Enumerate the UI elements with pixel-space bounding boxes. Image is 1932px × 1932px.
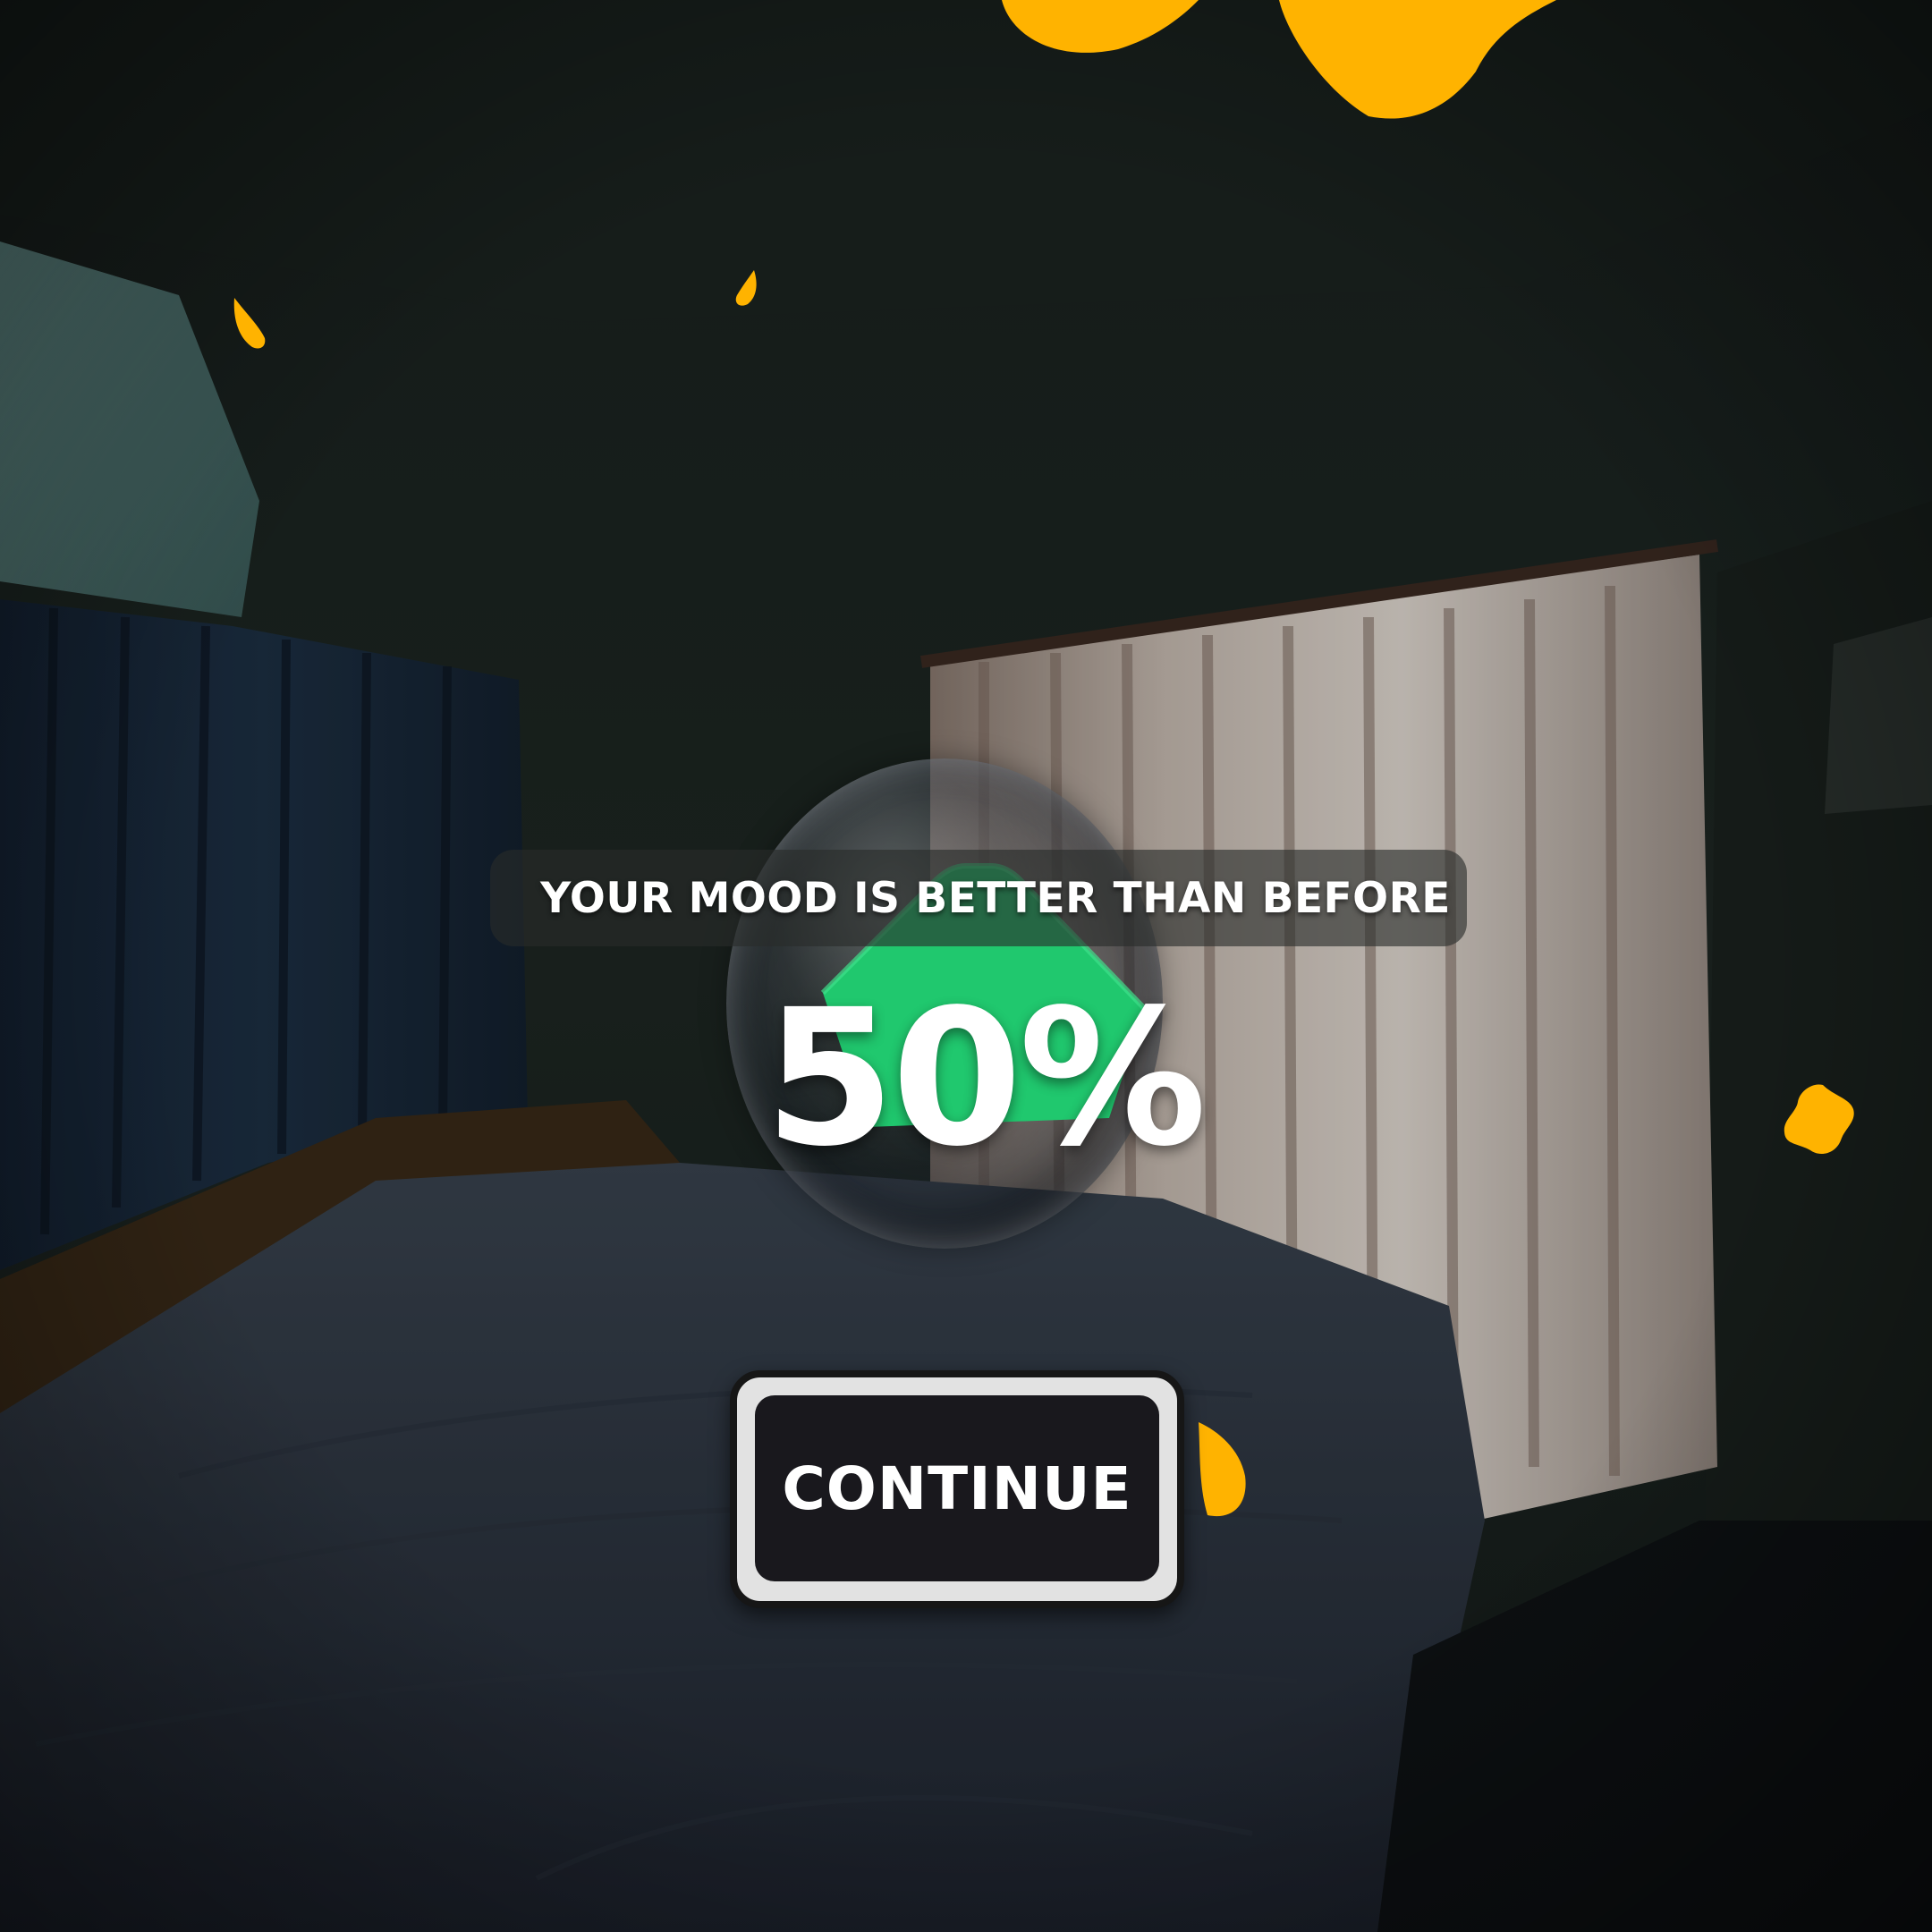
mood-message: YOUR MOOD IS BETTER THAN BEFORE: [540, 873, 1451, 923]
mood-result-screen: YOUR MOOD IS BETTER THAN BEFORE 50% CONT…: [0, 0, 1932, 1932]
continue-button-face[interactable]: CONTINUE: [755, 1395, 1159, 1581]
mood-percent-value: 50%: [764, 968, 1208, 1188]
continue-button-label: CONTINUE: [782, 1453, 1132, 1523]
continue-button[interactable]: CONTINUE: [730, 1370, 1184, 1608]
